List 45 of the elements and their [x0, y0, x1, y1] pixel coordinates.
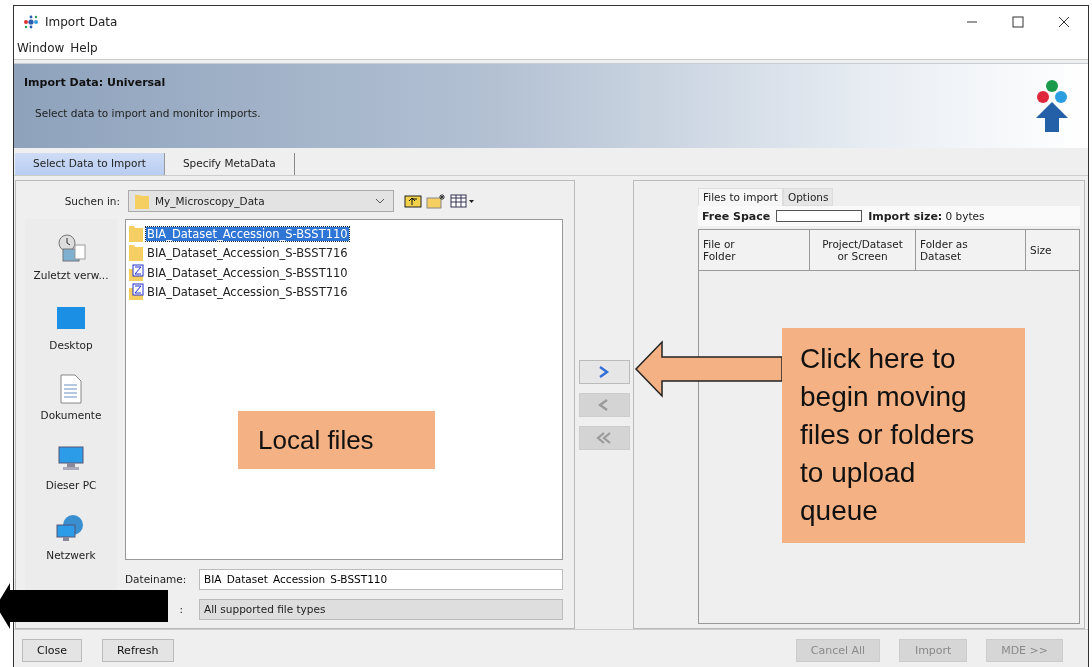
- tab[interactable]: Select Data to Import: [15, 153, 165, 175]
- maximize-icon: [1012, 15, 1024, 28]
- folder-icon: [128, 224, 144, 243]
- tab[interactable]: Files to import: [698, 188, 783, 206]
- list-view-icon: [450, 194, 474, 208]
- app-logo-icon: [22, 14, 40, 29]
- filename-label: Dateiname:: [125, 573, 188, 585]
- folder-icon: [128, 244, 144, 263]
- clock-icon: [55, 233, 87, 265]
- file-type-dropdown[interactable]: All supported file types: [199, 598, 563, 620]
- zip-file-icon: [128, 283, 144, 302]
- file-type-label: :: [178, 603, 184, 615]
- file-item[interactable]: BIA_Dataset_Accession_S-BSST110: [146, 265, 349, 280]
- tab[interactable]: Options: [782, 188, 834, 206]
- places-item[interactable]: Desktop: [47, 301, 95, 353]
- annotation-label: Local files: [238, 411, 435, 469]
- free-space-label: Free Space: [702, 209, 771, 223]
- folder-icon: [135, 193, 149, 209]
- window-title: Import Data: [45, 14, 118, 29]
- annotation-callout: Click here to begin moving files or folders to upload queue: [782, 328, 1025, 543]
- menu-item[interactable]: Help: [70, 41, 98, 55]
- chevron-down-icon: [375, 198, 385, 204]
- zip-file-icon: [128, 263, 144, 282]
- places-item[interactable]: Netzwerk: [44, 511, 98, 563]
- up-folder-icon: [404, 194, 422, 208]
- file-item[interactable]: BIA_Dataset_Accession_S-BSST716: [146, 246, 349, 261]
- look-in-label: Suchen in:: [63, 195, 121, 207]
- import-size-text: Import size: 0 bytes: [868, 209, 985, 223]
- transfer-button[interactable]: [578, 360, 630, 384]
- places-item[interactable]: Dokumente: [38, 371, 104, 423]
- footer-button[interactable]: Close: [22, 638, 82, 662]
- file-item[interactable]: BIA_Dataset_Accession_S-BSST716: [146, 285, 349, 300]
- filename-field[interactable]: BIA_Dataset_Accession_S-BSST110: [199, 568, 563, 590]
- header-title: Import Data: Universal: [24, 76, 167, 89]
- upload-logo-icon: [1034, 80, 1070, 132]
- close-icon: [1058, 15, 1070, 28]
- places-item[interactable]: Dieser PC: [43, 441, 99, 493]
- look-in-dropdown[interactable]: My_Microscopy_Data: [128, 190, 394, 212]
- new-folder-icon: [426, 193, 446, 209]
- footer-button[interactable]: Refresh: [101, 638, 174, 662]
- places-item[interactable]: Zuletzt verw...: [31, 231, 111, 283]
- file-item[interactable]: BIA_Dataset_Accession_S-BSST110: [146, 226, 349, 241]
- header-subtitle: Select data to import and monitor imports.: [34, 107, 262, 119]
- menu-item[interactable]: Window: [17, 41, 65, 55]
- double-arrow-left-icon: [596, 430, 612, 446]
